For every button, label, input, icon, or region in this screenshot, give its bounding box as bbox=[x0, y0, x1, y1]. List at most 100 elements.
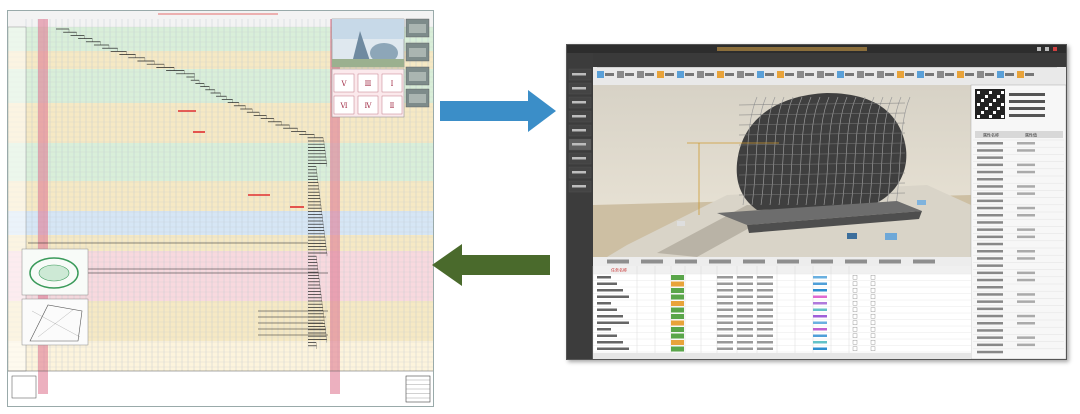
toolbar-label bbox=[1005, 73, 1014, 76]
gantt-status-cell bbox=[671, 320, 684, 326]
gantt-status-cell bbox=[671, 307, 684, 313]
toolbar-icon bbox=[637, 71, 644, 78]
property-value bbox=[1017, 185, 1035, 188]
property-value bbox=[1017, 250, 1035, 253]
property-value bbox=[1017, 271, 1035, 275]
property-value bbox=[1017, 170, 1035, 174]
toolbar-label bbox=[805, 73, 814, 76]
gantt-checkbox bbox=[870, 301, 876, 306]
rendering-ground bbox=[332, 59, 404, 67]
gantt-task-name bbox=[597, 315, 623, 318]
property-name bbox=[977, 242, 1003, 246]
title-text bbox=[717, 47, 867, 51]
gantt-status-cell bbox=[671, 314, 684, 319]
toolbar-icon bbox=[657, 71, 664, 78]
toolbar-label bbox=[645, 73, 654, 76]
zone-label: Ⅴ bbox=[340, 80, 347, 88]
toolbar-icon bbox=[837, 71, 844, 78]
toolbar-label bbox=[745, 73, 754, 76]
gantt-header-task-name: 任务名称 bbox=[611, 267, 627, 273]
gantt-end-date bbox=[737, 328, 753, 331]
property-value bbox=[1017, 149, 1035, 152]
gantt-start-date bbox=[717, 321, 733, 324]
toolbar-label bbox=[1025, 73, 1034, 76]
legend-block bbox=[11, 375, 37, 399]
toolbar-label bbox=[945, 73, 954, 76]
property-name bbox=[977, 257, 1003, 260]
property-value bbox=[1017, 206, 1035, 210]
thumbnail-detail bbox=[409, 48, 426, 57]
qr-code-cell bbox=[1001, 115, 1004, 118]
sidebar-item-label bbox=[572, 157, 586, 160]
toolbar-label bbox=[605, 73, 614, 76]
zone-label: Ⅰ bbox=[391, 80, 394, 88]
gantt-status-cell bbox=[671, 275, 684, 280]
qr-code-cell bbox=[981, 99, 984, 102]
property-name bbox=[977, 206, 1003, 210]
gantt-actual-date bbox=[757, 334, 773, 337]
property-name bbox=[977, 343, 1003, 347]
property-value bbox=[1017, 163, 1035, 167]
gantt-checkbox bbox=[852, 301, 858, 306]
toolbar-icon bbox=[737, 71, 744, 78]
gantt-task-name bbox=[597, 334, 617, 337]
zone-label: Ⅲ bbox=[365, 80, 372, 88]
gantt-toolbar-button bbox=[811, 259, 833, 264]
gantt-end-date bbox=[737, 347, 753, 350]
gantt-toolbar-button bbox=[641, 259, 663, 264]
gantt-task-name bbox=[597, 321, 629, 324]
gantt-toolbar-button bbox=[879, 259, 901, 264]
gantt-actual-date bbox=[757, 341, 773, 344]
property-name bbox=[977, 278, 1003, 282]
toolbar-icon bbox=[797, 71, 804, 78]
qr-code-cell bbox=[993, 111, 996, 114]
gantt-actual-date bbox=[757, 321, 773, 324]
toolbar-icon bbox=[1017, 71, 1024, 78]
gantt-toolbar-button bbox=[607, 259, 629, 264]
gantt-checkbox bbox=[870, 333, 876, 338]
qr-info-text bbox=[1009, 93, 1045, 96]
rendering-sky bbox=[332, 19, 404, 39]
qr-info-text bbox=[1009, 100, 1045, 103]
gantt-checkbox bbox=[852, 274, 858, 280]
toolbar-icon bbox=[877, 71, 884, 78]
thumbnail-detail bbox=[409, 24, 426, 33]
gantt-status-cell bbox=[671, 333, 684, 339]
qr-code-cell bbox=[1001, 103, 1004, 106]
gantt-actual-date bbox=[757, 315, 773, 318]
gantt-color-swatch bbox=[813, 334, 827, 337]
gantt-status-cell bbox=[671, 346, 684, 352]
gantt-checkbox bbox=[852, 346, 858, 351]
schedule-band bbox=[8, 341, 433, 371]
gantt-status-cell bbox=[671, 340, 684, 345]
property-value bbox=[1017, 300, 1035, 303]
gantt-checkbox bbox=[870, 320, 876, 325]
property-value bbox=[1017, 214, 1035, 217]
toolbar-label bbox=[665, 73, 674, 76]
gantt-checkbox bbox=[870, 340, 876, 345]
gantt-checkbox bbox=[870, 314, 876, 319]
property-name bbox=[977, 300, 1003, 303]
gantt-checkbox bbox=[870, 327, 876, 332]
gantt-start-date bbox=[717, 315, 733, 318]
gantt-header-row bbox=[593, 266, 971, 274]
gantt-task-name bbox=[597, 289, 623, 292]
property-name bbox=[977, 192, 1003, 195]
site-plan-field bbox=[38, 264, 70, 282]
gantt-start-date bbox=[717, 341, 733, 344]
bim-software-window: 属性名称 属性值 任务名称 bbox=[566, 44, 1067, 360]
property-name bbox=[977, 221, 1003, 224]
gantt-start-date bbox=[717, 302, 733, 305]
toolbar-icon bbox=[757, 71, 764, 78]
toolbar-label bbox=[705, 73, 714, 76]
gantt-color-swatch bbox=[813, 308, 827, 311]
toolbar-icon bbox=[697, 71, 704, 78]
gantt-checkbox bbox=[870, 346, 876, 351]
toolbar-icon bbox=[617, 71, 624, 78]
gantt-color-swatch bbox=[813, 321, 827, 324]
gantt-end-date bbox=[737, 341, 753, 344]
gantt-color-swatch bbox=[813, 302, 827, 305]
gantt-checkbox bbox=[870, 281, 876, 286]
property-name bbox=[977, 271, 1003, 275]
toolbar-icon bbox=[777, 71, 784, 78]
